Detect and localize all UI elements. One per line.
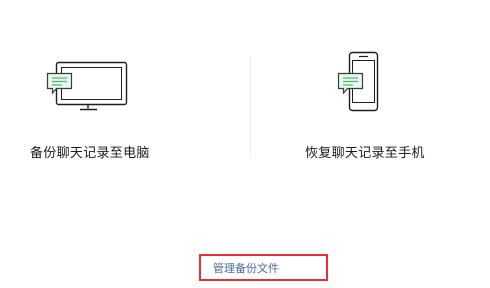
backup-restore-panel: 备份聊天记录至电脑 恢复聊天记录至手机 管理备份文件: [0, 0, 490, 288]
manage-backup-files-link[interactable]: 管理备份文件: [199, 254, 328, 281]
monitor-chat-icon: [44, 60, 130, 112]
backup-to-computer-option[interactable]: 备份聊天记录至电脑: [0, 44, 245, 174]
phone-chat-icon: [335, 50, 381, 114]
restore-to-phone-option[interactable]: 恢复聊天记录至手机: [245, 44, 490, 174]
restore-to-phone-label: 恢复聊天记录至手机: [305, 146, 425, 161]
backup-to-computer-label: 备份聊天记录至电脑: [30, 146, 150, 161]
